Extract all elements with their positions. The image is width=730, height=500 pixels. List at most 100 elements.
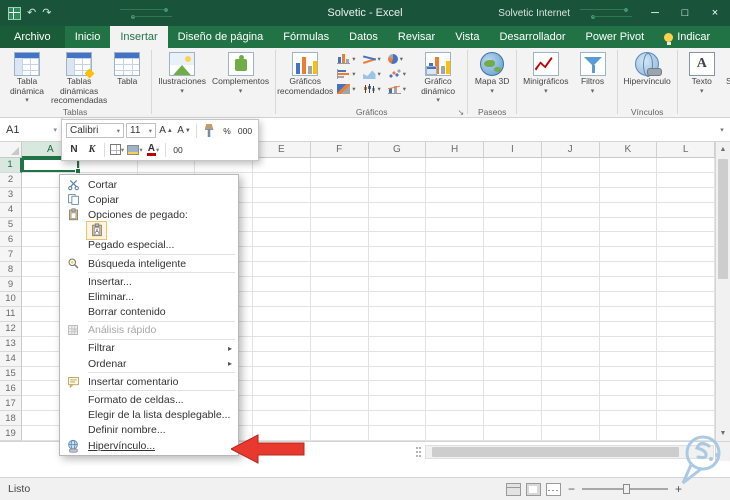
horizontal-scroll-track[interactable] bbox=[425, 444, 714, 459]
cell-i5[interactable] bbox=[484, 217, 542, 233]
tab-desarrollador[interactable]: Desarrollador bbox=[489, 26, 575, 48]
cell-l5[interactable] bbox=[657, 217, 715, 233]
cell-i3[interactable] bbox=[484, 187, 542, 203]
cell-h11[interactable] bbox=[426, 306, 484, 322]
ribbon-button-tabla[interactable]: Tabla bbox=[107, 49, 147, 105]
row-header-18[interactable]: 18 bbox=[0, 411, 22, 427]
cell-j19[interactable] bbox=[541, 426, 600, 441]
tab-vista[interactable]: Vista bbox=[445, 26, 489, 48]
cell-l6[interactable] bbox=[657, 232, 715, 248]
cell-i15[interactable] bbox=[484, 366, 542, 382]
excel-app-icon[interactable] bbox=[8, 6, 21, 20]
bold-button[interactable]: N bbox=[66, 142, 82, 158]
cell-l7[interactable] bbox=[657, 247, 715, 263]
cell-f15[interactable] bbox=[310, 366, 369, 382]
cell-h12[interactable] bbox=[426, 321, 484, 337]
tab-inicio[interactable]: Inicio bbox=[65, 26, 111, 48]
column-header-k[interactable]: K bbox=[599, 142, 658, 158]
cell-k13[interactable] bbox=[599, 336, 658, 352]
cell-k19[interactable] bbox=[599, 426, 658, 441]
cell-h2[interactable] bbox=[426, 172, 484, 188]
cell-e2[interactable] bbox=[253, 172, 311, 188]
paste-option-button[interactable]: A bbox=[86, 220, 107, 240]
ribbon-button-minigraficos[interactable]: Minigráficos ▾ bbox=[521, 49, 570, 105]
cell-l13[interactable] bbox=[657, 336, 715, 352]
zoom-out-button[interactable]: − bbox=[566, 482, 577, 496]
fill-color-button[interactable]: ▾ bbox=[127, 142, 143, 158]
cell-i14[interactable] bbox=[484, 351, 542, 367]
cell-i1[interactable] bbox=[484, 158, 542, 173]
cell-h5[interactable] bbox=[426, 217, 484, 233]
cell-j14[interactable] bbox=[541, 351, 600, 367]
cell-f13[interactable] bbox=[310, 336, 369, 352]
cell-l18[interactable] bbox=[657, 411, 715, 427]
cell-i6[interactable] bbox=[484, 232, 542, 248]
cell-k15[interactable] bbox=[599, 366, 658, 382]
cell-g9[interactable] bbox=[368, 277, 427, 293]
cell-h19[interactable] bbox=[426, 426, 484, 441]
zoom-slider[interactable] bbox=[581, 484, 668, 494]
cell-g4[interactable] bbox=[368, 202, 427, 218]
maximize-button[interactable]: □ bbox=[670, 0, 700, 26]
ribbon-button-mapa-3d[interactable]: Mapa 3D ▾ bbox=[472, 49, 512, 105]
cell-e8[interactable] bbox=[253, 262, 311, 278]
cell-k11[interactable] bbox=[599, 306, 658, 322]
cell-j5[interactable] bbox=[541, 217, 600, 233]
cell-j1[interactable] bbox=[541, 158, 600, 173]
cell-f7[interactable] bbox=[310, 247, 369, 263]
cell-l14[interactable] bbox=[657, 351, 715, 367]
cell-g5[interactable] bbox=[368, 217, 427, 233]
menu-item-elegir-de-la-lista-desplegable[interactable]: Elegir de la lista desplegable... bbox=[60, 408, 238, 423]
menu-item-formato-de-celdas[interactable]: Formato de celdas... bbox=[60, 392, 238, 407]
scatter-chart-button[interactable]: ▾ bbox=[387, 68, 406, 80]
surface-chart-button[interactable]: ▾ bbox=[337, 83, 356, 95]
row-header-3[interactable]: 3 bbox=[0, 187, 22, 203]
font-size-select[interactable]: 11 ▾ bbox=[126, 123, 156, 138]
font-color-button[interactable]: A ▾ bbox=[145, 142, 161, 158]
cell-e16[interactable] bbox=[253, 381, 311, 397]
view-normal-button[interactable] bbox=[505, 482, 521, 496]
cell-j13[interactable] bbox=[541, 336, 600, 352]
cell-j18[interactable] bbox=[541, 411, 600, 427]
cell-h1[interactable] bbox=[426, 158, 484, 173]
cell-k16[interactable] bbox=[599, 381, 658, 397]
cell-e1[interactable] bbox=[253, 158, 311, 173]
tell-me-box[interactable]: Indicar bbox=[654, 26, 720, 48]
cell-j16[interactable] bbox=[541, 381, 600, 397]
row-header-11[interactable]: 11 bbox=[0, 306, 22, 322]
column-header-g[interactable]: G bbox=[368, 142, 427, 158]
cell-l11[interactable] bbox=[657, 306, 715, 322]
cell-l17[interactable] bbox=[657, 396, 715, 412]
name-box-caret-icon[interactable]: ▾ bbox=[53, 126, 61, 134]
column-header-j[interactable]: J bbox=[541, 142, 600, 158]
ribbon-button-graficos-recomendados[interactable]: Gráficos recomendados bbox=[277, 49, 333, 105]
row-header-14[interactable]: 14 bbox=[0, 351, 22, 367]
scroll-up-icon[interactable]: ▲ bbox=[716, 142, 730, 157]
increase-font-size-button[interactable]: A ▲ bbox=[158, 123, 174, 139]
cell-i4[interactable] bbox=[484, 202, 542, 218]
cell-g8[interactable] bbox=[368, 262, 427, 278]
cell-j8[interactable] bbox=[541, 262, 600, 278]
cell-j3[interactable] bbox=[541, 187, 600, 203]
cell-e15[interactable] bbox=[253, 366, 311, 382]
menu-item-filtrar[interactable]: Filtrar ▸ bbox=[60, 341, 238, 356]
vertical-scroll-track[interactable] bbox=[716, 157, 730, 426]
area-chart-button[interactable]: ▾ bbox=[362, 68, 381, 80]
cell-e10[interactable] bbox=[253, 292, 311, 307]
tab-diseno-de-pagina[interactable]: Diseño de página bbox=[168, 26, 274, 48]
cell-h10[interactable] bbox=[426, 292, 484, 307]
cell-j17[interactable] bbox=[541, 396, 600, 412]
decimal-button[interactable]: 00 bbox=[170, 142, 186, 158]
cell-f6[interactable] bbox=[310, 232, 369, 248]
cell-h7[interactable] bbox=[426, 247, 484, 263]
column-header-e[interactable]: E bbox=[253, 142, 311, 158]
share-button[interactable]: Compartir bbox=[720, 26, 730, 48]
cell-f5[interactable] bbox=[310, 217, 369, 233]
cell-g18[interactable] bbox=[368, 411, 427, 427]
row-header-7[interactable]: 7 bbox=[0, 247, 22, 263]
vertical-scrollbar[interactable]: ▲ ▼ bbox=[715, 142, 730, 441]
row-header-12[interactable]: 12 bbox=[0, 321, 22, 337]
menu-item-insertar[interactable]: Insertar... bbox=[60, 274, 238, 289]
cell-e3[interactable] bbox=[253, 187, 311, 203]
cell-g12[interactable] bbox=[368, 321, 427, 337]
